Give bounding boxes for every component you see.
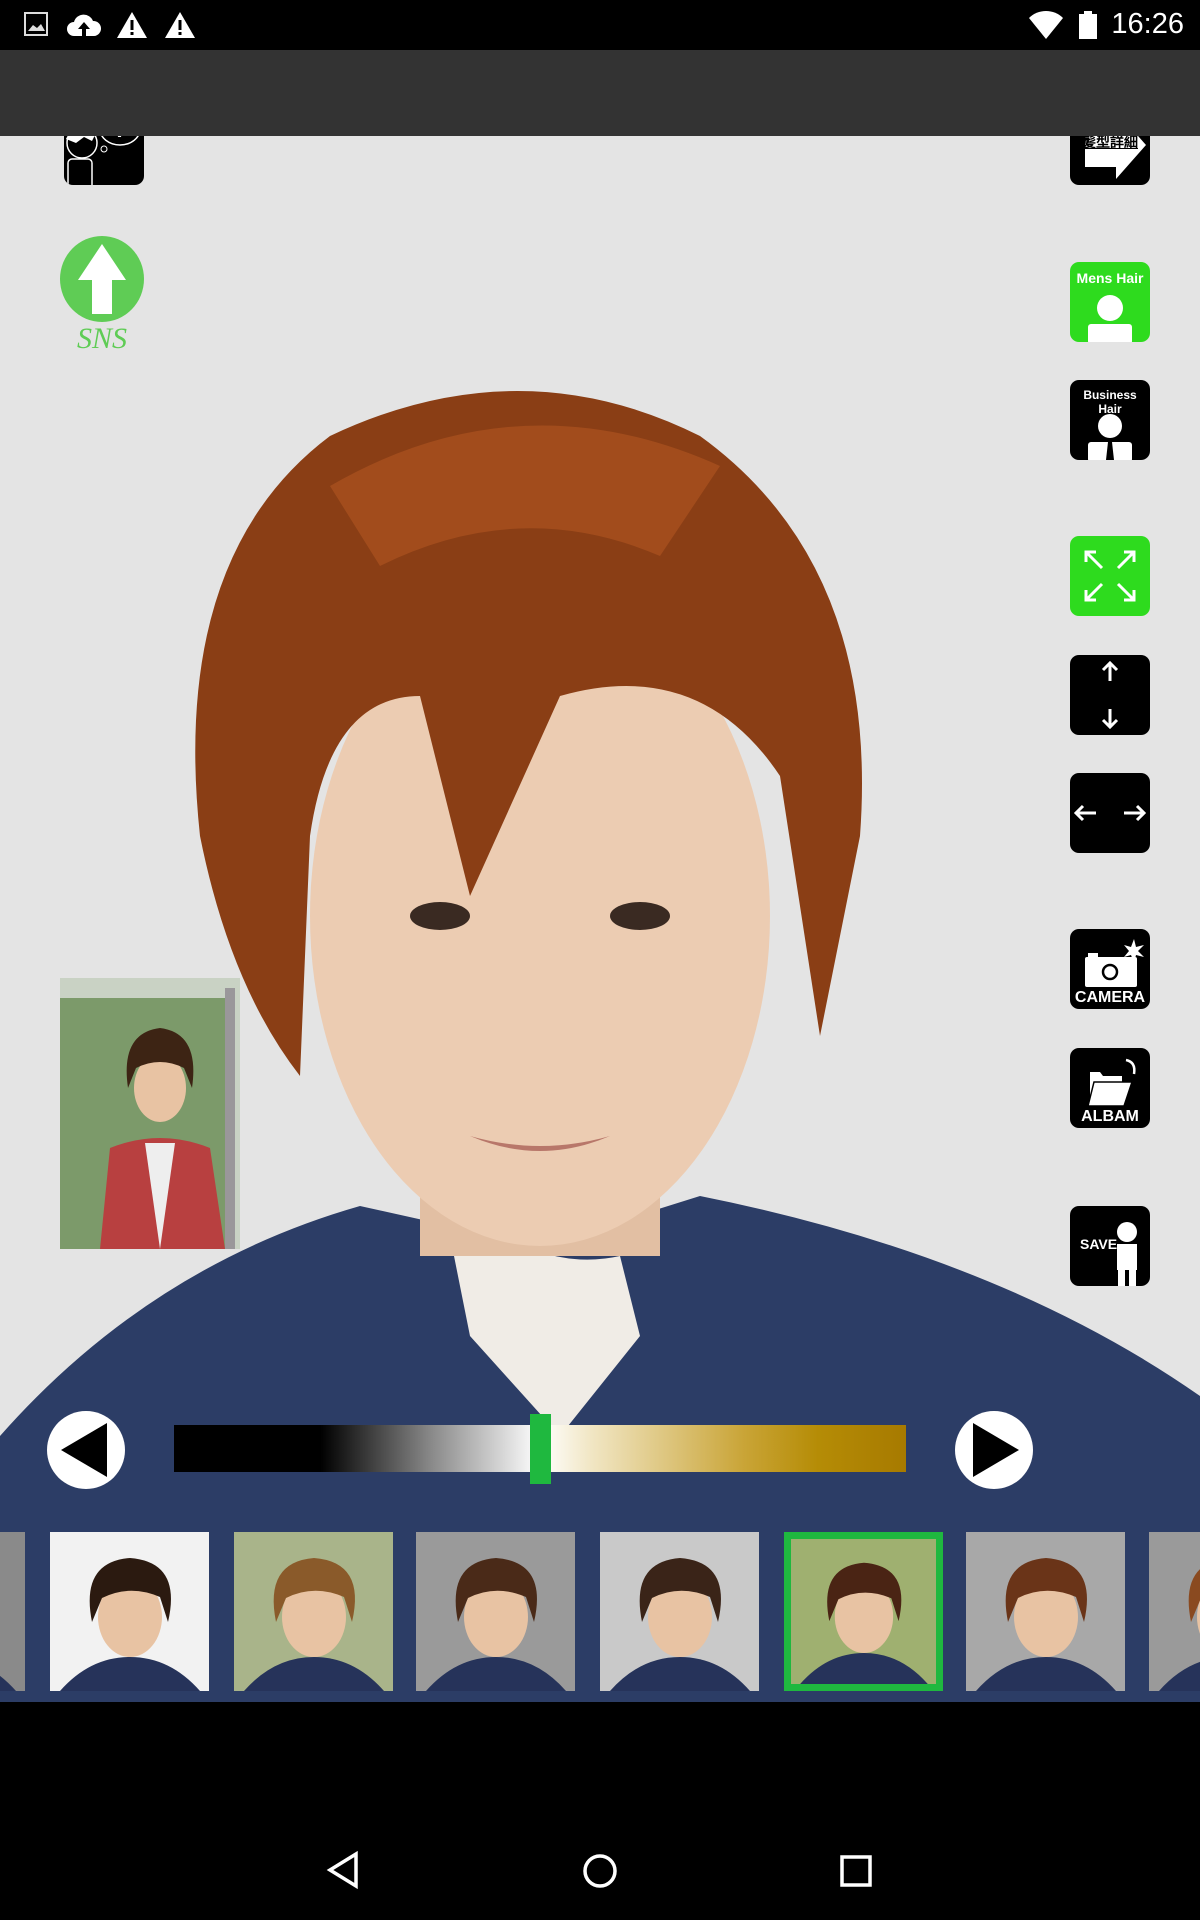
hairstyle-photo <box>0 1532 25 1691</box>
next-style-button[interactable] <box>955 1411 1033 1489</box>
business-hair-button[interactable]: Business Hair <box>1070 380 1150 460</box>
wifi-icon <box>1029 10 1063 39</box>
hairstyle-thumbnail-selected[interactable] <box>784 1532 943 1691</box>
navigation-bar <box>0 1702 1200 1920</box>
vertical-resize-icon <box>1101 660 1119 730</box>
camera-button[interactable]: CAMERA <box>1070 929 1150 1009</box>
help-button[interactable]: ? <box>64 136 144 185</box>
hairstyle-thumbnail[interactable] <box>600 1532 759 1691</box>
save-button[interactable]: SAVE <box>1070 1206 1150 1286</box>
hairstyle-photo <box>1149 1532 1200 1691</box>
sns-share-button[interactable] <box>60 236 144 322</box>
vertical-stretch-button[interactable] <box>1070 655 1150 735</box>
hairstyle-thumbnail[interactable] <box>234 1532 393 1691</box>
hairstyle-thumbnail[interactable] <box>50 1532 209 1691</box>
hairstyle-photo <box>234 1532 393 1691</box>
status-bar: 16:26 <box>0 0 1200 50</box>
hair-preview-stage[interactable]: ? SNS 髪型詳細 Mens Hair Business Hair CAMER… <box>0 136 1200 1702</box>
businessman-icon <box>1088 414 1132 460</box>
recents-icon[interactable] <box>836 1851 876 1891</box>
image-icon <box>24 12 48 36</box>
hairstyle-photo <box>50 1532 209 1691</box>
hairstyle-photo <box>416 1532 575 1691</box>
sns-label: SNS <box>76 322 127 355</box>
expand-button[interactable] <box>1070 536 1150 616</box>
app-bar <box>0 50 1200 136</box>
model-photo <box>60 978 240 1249</box>
horizontal-stretch-button[interactable] <box>1070 773 1150 853</box>
expand-arrows-icon <box>1084 550 1136 602</box>
warning-icon <box>117 12 147 38</box>
hairstyle-photo <box>600 1532 759 1691</box>
man-silhouette-icon <box>1088 295 1132 342</box>
triangle-left-icon <box>61 1423 107 1477</box>
person-icon <box>1117 1222 1137 1286</box>
warning-icon <box>165 12 195 38</box>
home-icon[interactable] <box>580 1851 620 1891</box>
battery-icon <box>1079 11 1097 39</box>
hairstyle-thumbnail[interactable] <box>0 1532 25 1691</box>
hairstyle-thumbnail[interactable] <box>966 1532 1125 1691</box>
slider-handle[interactable] <box>530 1414 551 1484</box>
hairstyle-photo <box>791 1539 936 1684</box>
hairstyle-detail-button[interactable]: 髪型詳細 <box>1070 136 1150 185</box>
hair-color-slider[interactable] <box>174 1414 906 1484</box>
back-icon[interactable] <box>324 1850 364 1890</box>
previous-style-button[interactable] <box>47 1411 125 1489</box>
hairstyle-photo <box>966 1532 1125 1691</box>
triangle-right-icon <box>973 1423 1019 1477</box>
cloud-upload-icon <box>67 14 102 36</box>
album-button[interactable]: ALBAM <box>1070 1048 1150 1128</box>
person-thinking-question-icon: ? <box>66 136 139 185</box>
svg-text:?: ? <box>113 136 126 142</box>
original-photo-thumbnail[interactable] <box>60 978 240 1249</box>
hairstyle-thumbnail[interactable] <box>416 1532 575 1691</box>
arrow-up-icon <box>78 244 126 314</box>
clock: 16:26 <box>1111 8 1184 40</box>
horizontal-resize-icon <box>1073 804 1147 822</box>
hairstyle-thumbnail[interactable] <box>1149 1532 1200 1691</box>
mens-hair-button[interactable]: Mens Hair <box>1070 262 1150 342</box>
hairstyle-strip[interactable] <box>0 1526 1200 1702</box>
